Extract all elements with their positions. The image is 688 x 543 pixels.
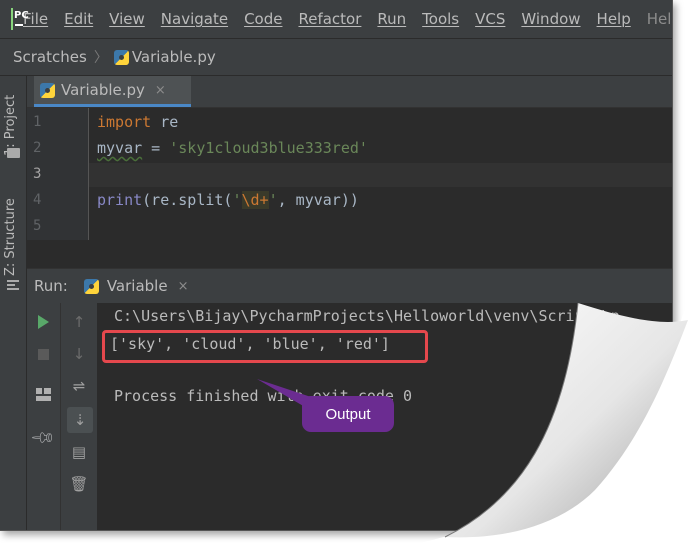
python-file-icon bbox=[113, 49, 129, 65]
soft-wrap-icon[interactable]: ⇌ bbox=[68, 375, 90, 397]
string-quote: ' bbox=[268, 191, 278, 209]
menu-help[interactable]: Help bbox=[597, 10, 631, 28]
line-number: 1 bbox=[33, 114, 42, 130]
menu-run[interactable]: Run bbox=[377, 10, 406, 28]
menu-bar: PC File Edit View Navigate Code Refactor… bbox=[0, 0, 672, 39]
python-file-icon bbox=[40, 82, 55, 98]
breadcrumb-file[interactable]: Variable.py bbox=[132, 48, 216, 66]
regex-escape: \d+ bbox=[241, 191, 269, 209]
arrow-down-icon[interactable]: ↓ bbox=[68, 343, 90, 365]
folder-icon[interactable] bbox=[7, 148, 20, 158]
scroll-to-end-icon[interactable]: ⇣ bbox=[67, 407, 93, 433]
console-path-line: C:\Users\Bijay\PycharmProjects\Helloworl… bbox=[114, 307, 620, 325]
code-line-4: print(re.split('\d+', myvar)) bbox=[97, 191, 359, 209]
output-callout: Output bbox=[302, 396, 394, 432]
run-panel-header: Run: Variable × bbox=[27, 268, 672, 304]
keyword-import: import bbox=[97, 113, 152, 131]
chevron-right-icon: 〉 bbox=[93, 50, 108, 66]
line-number: 4 bbox=[33, 192, 42, 208]
output-highlight-box bbox=[102, 330, 428, 363]
code-text: = bbox=[142, 139, 170, 157]
menu-vcs[interactable]: VCS bbox=[475, 10, 505, 28]
menu-window[interactable]: Window bbox=[521, 10, 580, 28]
run-toolbar-secondary: ↑ ↓ ⇌ ⇣ ▤ 🗑︎ bbox=[61, 303, 98, 530]
line-number: 5 bbox=[33, 218, 42, 234]
structure-icon[interactable] bbox=[7, 280, 19, 290]
builtin-print: print bbox=[97, 191, 143, 209]
window-title: Hello bbox=[646, 10, 672, 28]
menu-tools[interactable]: Tools bbox=[422, 10, 459, 28]
run-tab-variable[interactable]: Variable × bbox=[83, 269, 189, 303]
variable-myvar: myvar bbox=[97, 139, 143, 157]
project-tool-tab[interactable]: 1: Project bbox=[3, 86, 25, 156]
trash-icon[interactable]: 🗑︎ bbox=[68, 473, 90, 495]
code-text: (re.split( bbox=[142, 191, 233, 209]
breadcrumb-scratches[interactable]: Scratches bbox=[13, 48, 87, 66]
stop-icon[interactable] bbox=[32, 343, 54, 365]
editor-empty-area bbox=[27, 240, 672, 269]
editor-tab-bar: Variable.py × bbox=[27, 76, 672, 108]
code-line-1: import re bbox=[97, 113, 178, 131]
string-quote: ' bbox=[232, 191, 242, 209]
menu-refactor[interactable]: Refactor bbox=[298, 10, 361, 28]
menu-view[interactable]: View bbox=[109, 10, 145, 28]
code-text: re bbox=[151, 113, 179, 131]
pycharm-logo-icon: PC bbox=[11, 8, 29, 30]
run-toolbar-primary: 📌︎ bbox=[27, 303, 61, 530]
menu-navigate[interactable]: Navigate bbox=[161, 10, 228, 28]
arrow-up-icon[interactable]: ↑ bbox=[68, 311, 90, 333]
current-line-highlight bbox=[89, 163, 672, 187]
play-icon[interactable] bbox=[32, 311, 54, 333]
run-title: Run: bbox=[34, 277, 68, 295]
close-icon[interactable]: × bbox=[155, 83, 166, 98]
code-line-2: myvar = 'sky1cloud3blue333red' bbox=[97, 139, 368, 157]
line-number-gutter: 1 2 3 4 5 bbox=[27, 108, 89, 240]
string-literal: 'sky1cloud3blue333red' bbox=[169, 139, 368, 157]
pin-icon[interactable]: 📌︎ bbox=[29, 423, 57, 451]
menu-code[interactable]: Code bbox=[244, 10, 282, 28]
tab-label: Variable.py bbox=[61, 81, 145, 99]
left-tool-strip: 1: Project Z: Structure bbox=[0, 76, 27, 530]
python-run-icon bbox=[83, 278, 99, 294]
print-icon[interactable]: ▤ bbox=[68, 441, 90, 463]
line-number: 2 bbox=[33, 140, 42, 156]
ide-window: PC File Edit View Navigate Code Refactor… bbox=[0, 0, 673, 531]
menu-edit[interactable]: Edit bbox=[64, 10, 93, 28]
structure-tool-tab[interactable]: Z: Structure bbox=[3, 186, 25, 276]
tab-variable-py[interactable]: Variable.py × bbox=[34, 76, 191, 107]
line-number-current: 3 bbox=[33, 166, 42, 182]
code-editor[interactable]: 1 2 3 4 5 import re myvar = 'sky1cloud3b… bbox=[27, 108, 672, 240]
close-icon[interactable]: × bbox=[178, 279, 189, 294]
breadcrumb: Scratches 〉 Variable.py bbox=[0, 39, 672, 76]
run-tab-label: Variable bbox=[106, 277, 168, 295]
layout-icon[interactable] bbox=[32, 383, 54, 405]
code-text: , myvar)) bbox=[277, 191, 359, 209]
